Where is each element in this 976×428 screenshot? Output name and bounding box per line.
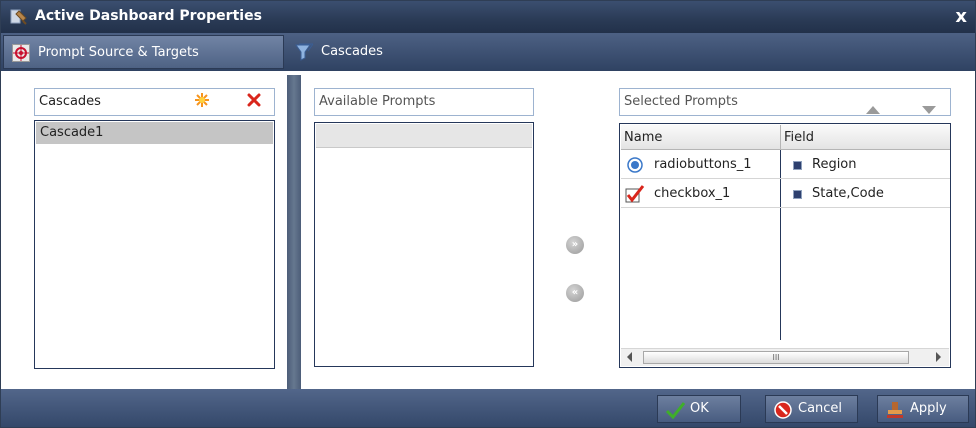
tab-bar: Prompt Source & Targets Cascades — [1, 33, 975, 71]
available-prompts-list — [314, 122, 534, 367]
panel-title: Available Prompts — [319, 94, 436, 109]
close-button[interactable]: x — [955, 7, 967, 27]
prompt-field: State,Code — [812, 186, 884, 201]
triangle-up-icon — [866, 106, 880, 114]
cascades-list: Cascade1 — [34, 120, 275, 369]
selected-panel-header: Selected Prompts — [619, 88, 951, 116]
title-bar[interactable]: Active Dashboard Properties x — [1, 1, 975, 33]
tab-label: Prompt Source & Targets — [38, 45, 199, 60]
scroll-left-icon[interactable] — [627, 352, 632, 362]
scroll-grip: III — [772, 353, 780, 362]
ok-button[interactable]: OK — [657, 395, 741, 423]
available-list-header — [316, 124, 532, 148]
prompt-name: radiobuttons_1 — [654, 157, 752, 172]
new-cascade-button[interactable] — [193, 91, 211, 111]
apply-button[interactable]: Apply — [877, 395, 969, 423]
table-row[interactable]: radiobuttons_1 Region — [621, 151, 950, 179]
horizontal-scrollbar[interactable]: III — [621, 348, 949, 366]
list-item[interactable]: Cascade1 — [36, 122, 273, 144]
dialog-window: Active Dashboard Properties x Prompt Sou… — [0, 0, 976, 428]
scroll-thumb[interactable]: III — [643, 351, 909, 364]
checkmark-icon — [665, 402, 685, 420]
prompt-name: checkbox_1 — [654, 186, 731, 201]
prompt-field: Region — [812, 157, 857, 172]
column-header-name[interactable]: Name — [621, 125, 781, 150]
window-title: Active Dashboard Properties — [35, 8, 262, 24]
stamp-icon — [887, 402, 903, 418]
available-panel-header: Available Prompts — [314, 88, 534, 116]
field-icon — [793, 190, 802, 199]
triangle-down-icon — [922, 106, 936, 114]
dialog-footer: OK Cancel Apply — [1, 389, 975, 427]
panel-title: Selected Prompts — [624, 94, 738, 109]
panel-title: Cascades — [39, 94, 101, 109]
button-label: OK — [690, 401, 709, 416]
remove-prompt-button[interactable]: « — [566, 284, 584, 302]
add-prompt-button[interactable]: » — [566, 236, 584, 254]
funnel-icon — [295, 43, 313, 61]
scroll-right-icon[interactable] — [936, 352, 941, 362]
cascades-content: Cascades Cascade1 Available Prompts » « … — [1, 71, 975, 389]
tab-prompt-source-targets[interactable]: Prompt Source & Targets — [3, 35, 284, 69]
panel-divider[interactable] — [287, 75, 301, 389]
radio-icon — [627, 157, 643, 177]
cascades-panel-header: Cascades — [34, 88, 275, 116]
table-row[interactable]: checkbox_1 State,Code — [621, 180, 950, 208]
tab-label: Cascades — [321, 44, 383, 59]
button-label: Cancel — [798, 401, 843, 416]
target-icon — [12, 44, 30, 62]
column-header-field[interactable]: Field — [781, 125, 950, 150]
move-up-button[interactable] — [866, 98, 880, 124]
delete-icon — [247, 93, 261, 107]
cancel-button[interactable]: Cancel — [765, 395, 858, 423]
delete-cascade-button[interactable] — [245, 91, 263, 111]
checkbox-icon — [625, 185, 645, 207]
move-down-button[interactable] — [922, 98, 936, 124]
cancel-icon — [774, 401, 792, 419]
button-label: Apply — [910, 401, 947, 416]
tab-cascades[interactable]: Cascades — [287, 35, 487, 69]
selected-prompts-grid: Name Field radiobuttons_1 Region checkbo… — [619, 123, 951, 368]
sparkle-icon — [195, 93, 209, 107]
field-icon — [793, 161, 802, 170]
properties-icon — [10, 9, 27, 25]
